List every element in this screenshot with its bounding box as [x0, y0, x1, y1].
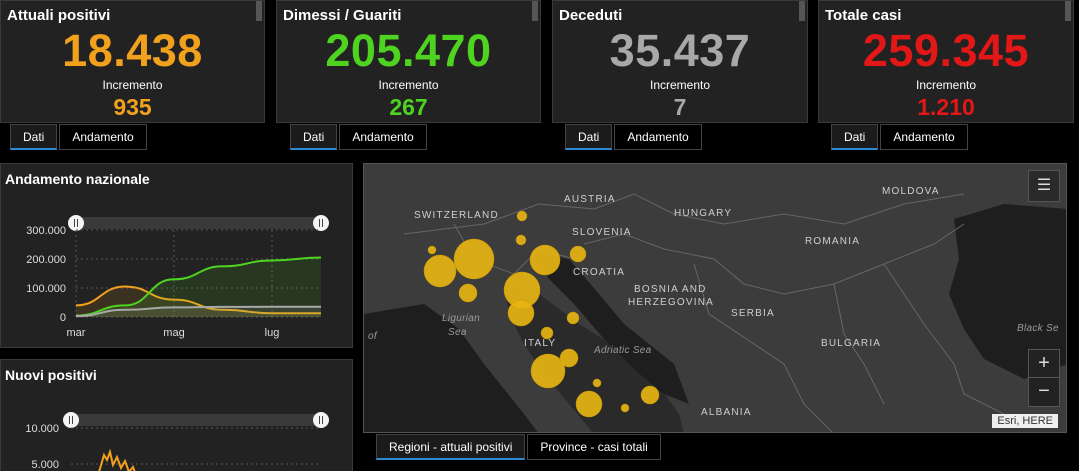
- map-label-black-sea: Black Se: [1017, 323, 1059, 334]
- map-label-bosnia: BOSNIA AND: [634, 284, 707, 295]
- map-basemap: [364, 193, 1066, 432]
- y-tick-label: 5.000: [31, 459, 59, 471]
- y-tick-label: 100.000: [26, 283, 66, 295]
- card-deceduti: Deceduti 35.437 Incremento 7: [552, 0, 808, 123]
- map-label-adriatic: Adriatic Sea: [594, 345, 652, 356]
- slider-handle[interactable]: [313, 412, 329, 428]
- map-label-romania: ROMANIA: [805, 236, 861, 247]
- tab-dati[interactable]: Dati: [565, 124, 613, 150]
- tab-regioni-attuali-positivi[interactable]: Regioni - attuali positivi: [376, 434, 526, 460]
- card-increment-label: Incremento: [102, 78, 163, 92]
- card-increment-value: 1.210: [917, 94, 975, 120]
- card-totale-casi: Totale casi 259.345 Incremento 1.210: [818, 0, 1074, 123]
- card-increment-label: Incremento: [915, 78, 977, 92]
- legend-list-icon[interactable]: ☰: [1028, 170, 1060, 202]
- time-range-slider[interactable]: [76, 217, 321, 229]
- map-tabs: Regioni - attuali positivi Province - ca…: [376, 434, 663, 460]
- map-label-herzegovina: HERZEGOVINA: [628, 297, 714, 308]
- tab-dati[interactable]: Dati: [10, 124, 58, 150]
- x-tick-label: mag: [163, 327, 184, 339]
- map-label-italy: ITALY: [524, 338, 557, 349]
- card-value: 18.438: [62, 25, 203, 76]
- zoom-control: + −: [1028, 349, 1060, 407]
- y-tick-label: 10.000: [25, 423, 59, 435]
- map-label-of: of: [368, 331, 377, 342]
- scrollbar[interactable]: [1065, 1, 1071, 21]
- tab-dati[interactable]: Dati: [831, 124, 879, 150]
- card-value: 205.470: [325, 25, 492, 76]
- national-trend-chart: 0 100.000 200.000 300.000 mar mag lug: [26, 215, 329, 339]
- card-increment-value: 7: [673, 94, 687, 120]
- card-increment-label: Incremento: [378, 78, 439, 92]
- map-label-slovenia: SLOVENIA: [572, 227, 632, 238]
- map-attribution[interactable]: Esri, HERE: [992, 414, 1058, 428]
- card-title: Deceduti: [559, 7, 623, 24]
- panel-title: Nuovi positivi: [5, 367, 97, 383]
- card-value: 259.345: [862, 25, 1030, 76]
- map-label-austria: AUSTRIA: [564, 194, 616, 205]
- tab-andamento[interactable]: Andamento: [339, 124, 427, 150]
- card-dimessi-guariti: Dimessi / Guariti 205.470 Incremento 267: [276, 0, 541, 123]
- map-label-croatia: CROATIA: [573, 267, 626, 278]
- map-label-bulgaria: BULGARIA: [821, 338, 882, 349]
- scrollbar[interactable]: [799, 1, 805, 21]
- card-tabs-dimessi: Dati Andamento: [290, 124, 429, 151]
- tab-andamento[interactable]: Andamento: [614, 124, 702, 150]
- slider-handle[interactable]: [68, 215, 84, 231]
- card-increment-value: 935: [113, 94, 152, 120]
- y-tick-label: 0: [60, 312, 66, 324]
- slider-handle[interactable]: [63, 412, 79, 428]
- card-attuali-positivi: Attuali positivi 18.438 Incremento 935: [0, 0, 265, 123]
- map-label-switzerland: SWITZERLAND: [414, 210, 499, 221]
- time-range-slider[interactable]: [71, 414, 321, 426]
- panel-title: Andamento nazionale: [5, 171, 150, 187]
- slider-handle[interactable]: [313, 215, 329, 231]
- series-line: [98, 448, 136, 471]
- card-tabs-totale: Dati Andamento: [831, 124, 970, 151]
- map-view[interactable]: SWITZERLAND AUSTRIA HUNGARY MOLDOVA SLOV…: [363, 163, 1067, 433]
- card-increment-label: Incremento: [649, 78, 711, 92]
- map-label-ligurian-sea: Sea: [448, 327, 467, 338]
- tab-province-casi-totali[interactable]: Province - casi totali: [527, 434, 661, 460]
- tab-dati[interactable]: Dati: [290, 124, 338, 150]
- map-label-serbia: SERBIA: [731, 308, 775, 319]
- map-label-ligurian: Ligurian: [442, 313, 480, 324]
- x-tick-label: mar: [67, 327, 86, 339]
- card-title: Attuali positivi: [7, 7, 111, 24]
- scrollbar[interactable]: [256, 1, 262, 21]
- card-title: Totale casi: [825, 7, 902, 24]
- zoom-in-button[interactable]: +: [1029, 350, 1059, 378]
- y-tick-label: 300.000: [26, 225, 66, 237]
- tab-andamento[interactable]: Andamento: [59, 124, 147, 150]
- card-value: 35.437: [609, 25, 751, 76]
- tab-andamento[interactable]: Andamento: [880, 124, 968, 150]
- y-tick-label: 200.000: [26, 254, 66, 266]
- map-label-hungary: HUNGARY: [674, 208, 733, 219]
- card-title: Dimessi / Guariti: [283, 7, 402, 24]
- map-label-albania: ALBANIA: [701, 407, 752, 418]
- panel-nuovi-positivi: Nuovi positivi 10.000 5.000: [0, 359, 353, 471]
- zoom-out-button[interactable]: −: [1029, 378, 1059, 406]
- panel-andamento-nazionale: Andamento nazionale 0 100.000 200.000 300.0…: [0, 163, 353, 348]
- map-label-moldova: MOLDOVA: [882, 186, 940, 197]
- x-tick-label: lug: [265, 327, 280, 339]
- card-increment-value: 267: [389, 94, 428, 120]
- scrollbar[interactable]: [532, 1, 538, 21]
- card-tabs-deceduti: Dati Andamento: [565, 124, 704, 151]
- card-tabs-attuali: Dati Andamento: [10, 124, 149, 151]
